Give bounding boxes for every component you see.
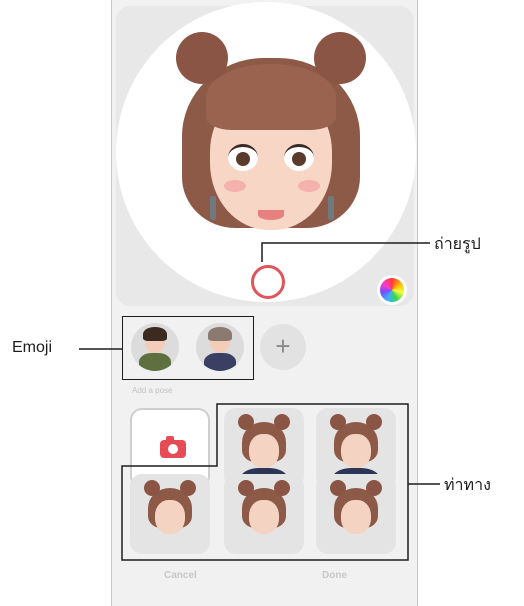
camera-preview-area [116,2,416,306]
section-label: Add a pose [132,386,173,395]
color-palette-icon[interactable] [380,278,404,302]
pose-tile[interactable] [130,474,210,554]
plus-icon: + [275,331,291,361]
emoji-highlight-box [122,316,254,380]
emoji-callout-label: Emoji [12,339,53,356]
avatar-preview [116,2,416,302]
shutter-button[interactable] [251,265,285,299]
avatar-face [166,20,376,250]
add-emoji-button[interactable]: + [260,324,306,370]
capture-callout-label: ถ่ายรูป [434,236,481,253]
done-button[interactable]: Done [322,570,347,581]
pose-tile[interactable] [316,474,396,554]
camera-icon [160,436,186,458]
pose-callout-label: ท่าทาง [444,477,491,494]
phone-screen: + Add a pose Cancel Done [111,0,418,606]
pose-tile[interactable] [224,474,304,554]
cancel-button[interactable]: Cancel [164,570,197,581]
